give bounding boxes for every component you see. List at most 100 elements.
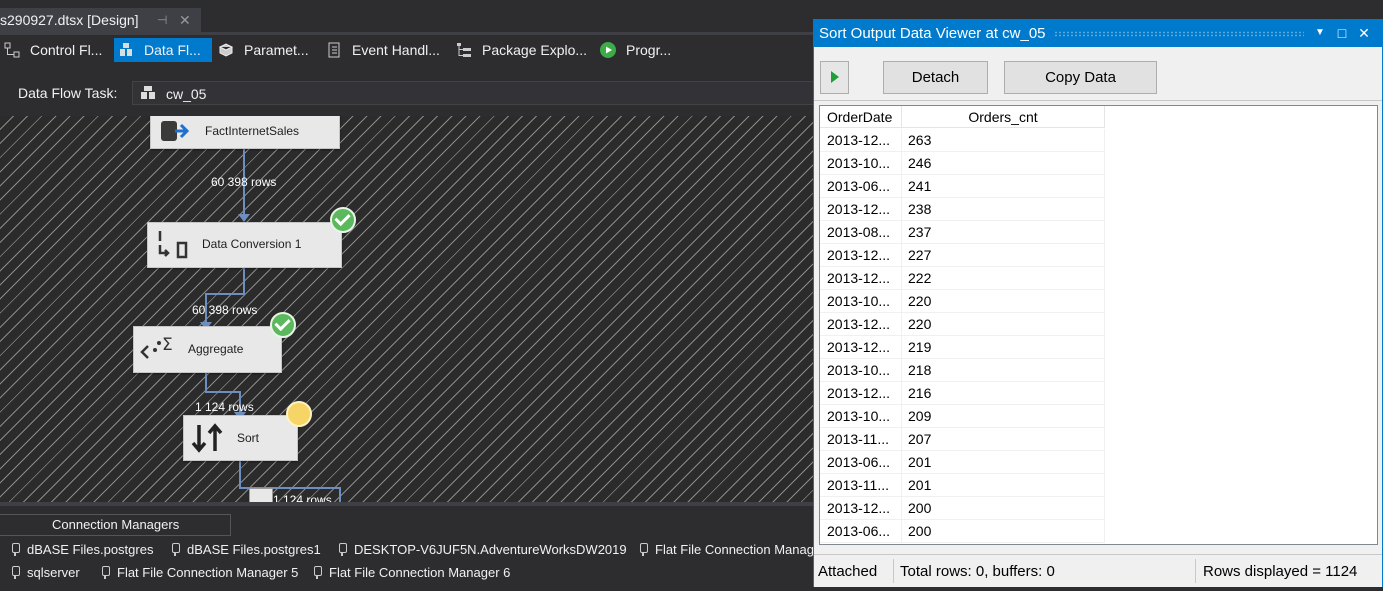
component-aggregate[interactable]: Σ Aggregate — [133, 326, 282, 373]
connection-manager-label: dBASE Files.postgres — [27, 542, 154, 557]
cell-orders-cnt[interactable]: 216 — [902, 382, 1105, 405]
cell-orders-cnt[interactable]: 200 — [902, 520, 1105, 543]
connection-manager-item[interactable]: sqlserver — [10, 565, 80, 580]
column-header-orders-cnt[interactable]: Orders_cnt — [902, 106, 1105, 128]
event-handlers-icon — [328, 42, 340, 58]
tab-parameters[interactable]: Paramet... — [214, 38, 314, 62]
connection-manager-item[interactable]: dBASE Files.postgres — [10, 542, 153, 557]
connection-manager-label: Flat File Connection Manager 5 — [117, 565, 299, 580]
source-label: FactInternetSales — [205, 124, 300, 138]
tab-package-explorer[interactable]: Package Explo... — [452, 38, 592, 62]
cell-orders-cnt[interactable]: 263 — [902, 129, 1105, 152]
cell-orders-cnt[interactable]: 209 — [902, 405, 1105, 428]
component-sort[interactable]: Sort — [183, 415, 298, 461]
connection-plug-icon — [100, 566, 110, 579]
cell-orderdate[interactable]: 2013-12... — [820, 313, 902, 336]
connection-managers-tab[interactable]: Connection Managers — [0, 514, 231, 536]
tab-data-flow[interactable]: Data Fl... — [114, 38, 212, 62]
titlebar-grip — [1054, 31, 1304, 37]
cell-orders-cnt[interactable]: 241 — [902, 175, 1105, 198]
cell-orders-cnt[interactable]: 219 — [902, 336, 1105, 359]
maximize-icon[interactable]: □ — [1333, 23, 1351, 43]
data-viewer-titlebar[interactable]: Sort Output Data Viewer at cw_05 ▼ □ ✕ — [814, 20, 1382, 47]
connection-plug-icon — [312, 566, 322, 579]
cell-orderdate[interactable]: 2013-06... — [820, 175, 902, 198]
connection-manager-item[interactable]: Flat File Connection Manage — [638, 542, 815, 557]
tab-control-flow[interactable]: Control Fl... — [0, 38, 108, 62]
data-viewer-statusbar: Attached Total rows: 0, buffers: 0 Rows … — [814, 554, 1382, 587]
cell-orderdate[interactable]: 2013-06... — [820, 520, 902, 543]
tab-event-handlers[interactable]: Event Handl... — [322, 38, 444, 62]
pin-icon[interactable]: ⊣ — [157, 8, 167, 32]
running-status-icon — [286, 401, 312, 427]
cell-orders-cnt[interactable]: 207 — [902, 428, 1105, 451]
cell-orderdate[interactable]: 2013-12... — [820, 198, 902, 221]
data-flow-task-icon — [141, 86, 155, 99]
connection-plug-icon — [10, 566, 20, 579]
path-rows-label: 1 124 rows — [195, 400, 254, 414]
toolbar-divider — [814, 100, 1382, 101]
cell-orderdate[interactable]: 2013-12... — [820, 382, 902, 405]
path-connectors — [200, 148, 341, 502]
close-icon[interactable]: ✕ — [1355, 23, 1373, 43]
data-viewer-icon[interactable] — [249, 488, 273, 502]
success-check-icon — [330, 207, 356, 233]
cell-orderdate[interactable]: 2013-11... — [820, 428, 902, 451]
cell-orderdate[interactable]: 2013-10... — [820, 405, 902, 428]
cell-orderdate[interactable]: 2013-12... — [820, 336, 902, 359]
connection-manager-item[interactable]: Flat File Connection Manager 5 — [100, 565, 298, 580]
success-check-icon — [270, 312, 296, 338]
tab-parameters-label: Paramet... — [244, 42, 309, 58]
component-fact-internet-sales[interactable]: FactInternetSales — [150, 116, 340, 149]
cell-orders-cnt[interactable]: 220 — [902, 313, 1105, 336]
cell-orders-cnt[interactable]: 201 — [902, 451, 1105, 474]
column-header-orderdate[interactable]: OrderDate — [820, 106, 902, 128]
connection-manager-item[interactable]: Flat File Connection Manager 6 — [312, 565, 510, 580]
cell-orderdate[interactable]: 2013-10... — [820, 152, 902, 175]
cell-orders-cnt[interactable]: 227 — [902, 244, 1105, 267]
data-grid[interactable]: OrderDate Orders_cnt 2013-12... 263 2013-1… — [819, 105, 1378, 545]
cell-orders-cnt[interactable]: 238 — [902, 198, 1105, 221]
arrowhead-icon — [238, 214, 250, 222]
cell-orderdate[interactable]: 2013-12... — [820, 244, 902, 267]
cell-orders-cnt[interactable]: 218 — [902, 359, 1105, 382]
document-tab[interactable]: s290927.dtsx [Design] ⊣ ✕ — [0, 8, 201, 32]
cell-orderdate[interactable]: 2013-08... — [820, 221, 902, 244]
connection-manager-label: Flat File Connection Manage — [655, 542, 815, 557]
connection-manager-label: sqlserver — [27, 565, 80, 580]
cell-orders-cnt[interactable]: 220 — [902, 290, 1105, 313]
cell-orders-cnt[interactable]: 237 — [902, 221, 1105, 244]
sort-icon — [191, 423, 223, 453]
data-viewer-window: Sort Output Data Viewer at cw_05 ▼ □ ✕ D… — [813, 19, 1383, 587]
path-rows-label: 60 398 rows — [211, 175, 277, 189]
copy-data-button[interactable]: Copy Data — [1004, 61, 1157, 94]
connection-plug-icon — [638, 543, 648, 556]
connection-manager-item[interactable]: dBASE Files.postgres1 — [170, 542, 321, 557]
tab-progress[interactable]: Progr... — [596, 38, 682, 62]
cell-orders-cnt[interactable]: 200 — [902, 497, 1105, 520]
cell-orderdate[interactable]: 2013-12... — [820, 497, 902, 520]
close-tab-icon[interactable]: ✕ — [179, 8, 191, 32]
source-icon — [161, 121, 190, 141]
cell-orders-cnt[interactable]: 201 — [902, 474, 1105, 497]
connection-manager-item[interactable]: DESKTOP-V6JUF5N.AdventureWorksDW2019 — [337, 542, 627, 557]
cell-orderdate[interactable]: 2013-12... — [820, 129, 902, 152]
data-flow-canvas[interactable]: FactInternetSales 60 398 rows Data Conve… — [0, 116, 815, 502]
detach-button[interactable]: Detach — [883, 61, 988, 94]
cell-orderdate[interactable]: 2013-11... — [820, 474, 902, 497]
cell-orderdate[interactable]: 2013-06... — [820, 451, 902, 474]
play-button[interactable] — [820, 61, 849, 94]
cell-orderdate[interactable]: 2013-10... — [820, 359, 902, 382]
status-divider — [1195, 559, 1196, 583]
data-conversion-icon — [158, 231, 188, 259]
data-flow-icon — [120, 43, 132, 56]
cell-orderdate[interactable]: 2013-10... — [820, 290, 902, 313]
component-data-conversion[interactable]: Data Conversion 1 — [147, 222, 342, 268]
cell-orders-cnt[interactable]: 222 — [902, 267, 1105, 290]
dropdown-icon[interactable]: ▼ — [1311, 23, 1329, 43]
connection-manager-label: Flat File Connection Manager 6 — [329, 565, 511, 580]
cell-orders-cnt[interactable]: 246 — [902, 152, 1105, 175]
cell-orderdate[interactable]: 2013-12... — [820, 267, 902, 290]
data-flow-task-select[interactable]: cw_05 — [132, 81, 824, 105]
data-flow-task-value: cw_05 — [166, 86, 207, 102]
